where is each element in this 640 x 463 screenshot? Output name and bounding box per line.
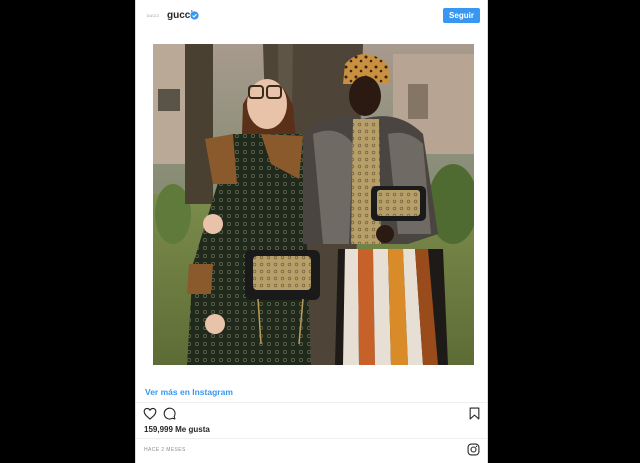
action-bar bbox=[136, 405, 487, 423]
post-timestamp: HACE 2 MESES bbox=[144, 447, 186, 453]
instagram-embed-card: GUCCI gucci Seguir Ver más en Instagram … bbox=[135, 0, 488, 463]
divider bbox=[136, 438, 487, 439]
likes-count[interactable]: 159,999 Me gusta bbox=[144, 425, 210, 434]
instagram-icon[interactable] bbox=[467, 443, 480, 456]
avatar[interactable]: GUCCI bbox=[145, 9, 161, 23]
post-header: GUCCI gucci Seguir bbox=[136, 0, 487, 32]
follow-button[interactable]: Seguir bbox=[443, 8, 480, 23]
comment-icon[interactable] bbox=[163, 407, 176, 420]
verified-badge-icon bbox=[190, 11, 199, 20]
divider bbox=[136, 402, 487, 403]
post-image bbox=[153, 44, 474, 365]
view-more-instagram-link[interactable]: Ver más en Instagram bbox=[145, 387, 233, 397]
heart-icon[interactable] bbox=[143, 407, 157, 420]
bookmark-icon[interactable] bbox=[469, 407, 480, 420]
post-photo[interactable] bbox=[153, 44, 474, 365]
